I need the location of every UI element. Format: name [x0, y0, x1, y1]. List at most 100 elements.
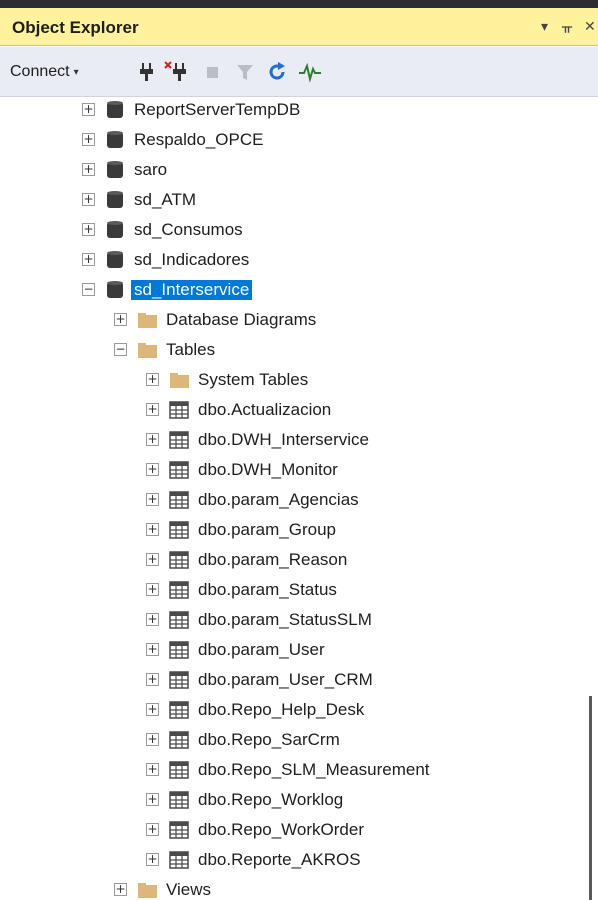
close-icon[interactable]: ✕ — [584, 18, 596, 34]
tree-node-label: dbo.DWH_Interservice — [198, 430, 370, 449]
refresh-icon[interactable] — [266, 60, 288, 84]
tree-node-label: dbo.param_Reason — [198, 550, 348, 569]
tree-node-table[interactable]: + dbo.Reporte_AKROS — [0, 845, 580, 875]
tree-node-table[interactable]: + dbo.Repo_SLM_Measurement — [0, 755, 580, 785]
tree-node-folder[interactable]: + Database Diagrams — [0, 305, 580, 335]
expand-icon[interactable]: + — [146, 823, 159, 836]
expand-icon[interactable]: + — [146, 493, 159, 506]
tree-node-label: Views — [166, 880, 212, 899]
expand-icon[interactable]: + — [146, 433, 159, 446]
expand-icon[interactable]: + — [146, 553, 159, 566]
expand-icon[interactable]: + — [82, 223, 95, 236]
tree-node-label: Database Diagrams — [166, 310, 317, 329]
expand-icon[interactable]: + — [82, 163, 95, 176]
table-icon — [168, 459, 190, 481]
table-icon — [168, 429, 190, 451]
table-icon — [168, 789, 190, 811]
expand-icon[interactable]: + — [146, 613, 159, 626]
table-icon — [168, 639, 190, 661]
expand-icon[interactable]: + — [146, 853, 159, 866]
activity-monitor-icon[interactable] — [298, 60, 322, 84]
collapse-icon[interactable]: − — [82, 283, 95, 296]
expand-icon[interactable]: + — [82, 193, 95, 206]
expand-icon[interactable]: + — [146, 703, 159, 716]
table-icon — [168, 399, 190, 421]
table-icon — [168, 579, 190, 601]
tree-node-table[interactable]: + dbo.Repo_Worklog — [0, 785, 580, 815]
tree-node-label: sd_ATM — [134, 190, 197, 209]
tree-node-database[interactable]: + Respaldo_OPCE — [0, 125, 580, 155]
tree-node-label: dbo.Repo_WorkOrder — [198, 820, 364, 839]
tree-node-label: Tables — [166, 340, 216, 359]
object-explorer-titlebar: Object Explorer ▾ ᚂ ✕ — [0, 8, 598, 46]
expand-icon[interactable]: + — [146, 643, 159, 656]
vertical-scrollbar[interactable] — [580, 98, 598, 900]
filter-icon[interactable] — [236, 60, 254, 84]
database-icon — [104, 219, 126, 241]
database-icon — [104, 99, 126, 121]
expand-icon[interactable]: + — [146, 463, 159, 476]
panel-title: Object Explorer — [12, 18, 139, 37]
tree-node-label: dbo.param_StatusSLM — [198, 610, 372, 629]
disconnect-plug-icon[interactable] — [164, 60, 190, 84]
expand-icon[interactable]: + — [82, 103, 95, 116]
tree-node-table[interactable]: + dbo.DWH_Interservice — [0, 425, 580, 455]
connect-button[interactable]: Connect ▾ — [10, 60, 79, 84]
expand-icon[interactable]: + — [146, 403, 159, 416]
expand-icon[interactable]: + — [146, 673, 159, 686]
expand-icon[interactable]: + — [82, 133, 95, 146]
object-explorer-tree[interactable]: + ReportServerTempDB + Respaldo_OPCE + saro + s… — [0, 98, 598, 900]
tree-node-label: dbo.param_Status — [198, 580, 337, 599]
connect-plug-icon[interactable] — [138, 60, 156, 84]
tree-node-table[interactable]: + dbo.param_Agencias — [0, 485, 580, 515]
window-position-dropdown-icon[interactable]: ▾ — [541, 18, 548, 34]
tree-node-label: dbo.Repo_Worklog — [198, 790, 344, 809]
expand-icon[interactable]: + — [82, 253, 95, 266]
collapse-icon[interactable]: − — [114, 343, 127, 356]
tree-node-label: sd_Consumos — [134, 220, 243, 239]
tree-node-database[interactable]: + sd_Consumos — [0, 215, 580, 245]
tree-node-table[interactable]: + dbo.Repo_SarCrm — [0, 725, 580, 755]
tree-node-database[interactable]: + sd_Indicadores — [0, 245, 580, 275]
tree-node-table[interactable]: + dbo.param_Status — [0, 575, 580, 605]
tree-node-views[interactable]: + Views — [0, 875, 580, 900]
tree-node-label: dbo.Repo_SarCrm — [198, 730, 340, 749]
tree-node-label: dbo.param_User — [198, 640, 325, 659]
expand-icon[interactable]: + — [114, 883, 127, 896]
connect-label: Connect — [10, 63, 70, 80]
object-explorer-toolbar: Connect ▾ — [0, 47, 598, 97]
expand-icon[interactable]: + — [146, 583, 159, 596]
tree-node-database[interactable]: + saro — [0, 155, 580, 185]
expand-icon[interactable]: + — [146, 733, 159, 746]
tree-node-table[interactable]: + dbo.Actualizacion — [0, 395, 580, 425]
table-icon — [168, 519, 190, 541]
table-icon — [168, 609, 190, 631]
expand-icon[interactable]: + — [114, 313, 127, 326]
tree-node-folder[interactable]: − Tables — [0, 335, 580, 365]
tree-node-label: ReportServerTempDB — [134, 100, 301, 119]
scrollbar-thumb[interactable] — [589, 696, 592, 900]
tree-node-table[interactable]: + dbo.param_Group — [0, 515, 580, 545]
expand-icon[interactable]: + — [146, 373, 159, 386]
stop-icon[interactable] — [206, 60, 220, 84]
tree-node-label: Respaldo_OPCE — [134, 130, 264, 149]
expand-icon[interactable]: + — [146, 763, 159, 776]
expand-icon[interactable]: + — [146, 523, 159, 536]
tree-node-database[interactable]: − sd_Interservice — [0, 275, 580, 305]
tree-node-database[interactable]: + sd_ATM — [0, 185, 580, 215]
tree-node-table[interactable]: + dbo.Repo_Help_Desk — [0, 695, 580, 725]
tree-node-table[interactable]: + dbo.DWH_Monitor — [0, 455, 580, 485]
tree-node-table[interactable]: + dbo.Repo_WorkOrder — [0, 815, 580, 845]
tree-node-label: dbo.Repo_Help_Desk — [198, 700, 365, 719]
table-icon — [168, 699, 190, 721]
folder-icon — [136, 879, 158, 900]
tree-node-table[interactable]: + dbo.param_User_CRM — [0, 665, 580, 695]
tree-node-database[interactable]: + ReportServerTempDB — [0, 98, 580, 125]
tree-node-table[interactable]: + dbo.param_StatusSLM — [0, 605, 580, 635]
tree-node-table[interactable]: + dbo.param_User — [0, 635, 580, 665]
tree-node-system-tables[interactable]: + System Tables — [0, 365, 580, 395]
tree-node-label: saro — [134, 160, 168, 179]
pin-icon[interactable]: ᚂ — [562, 18, 572, 34]
expand-icon[interactable]: + — [146, 793, 159, 806]
tree-node-table[interactable]: + dbo.param_Reason — [0, 545, 580, 575]
